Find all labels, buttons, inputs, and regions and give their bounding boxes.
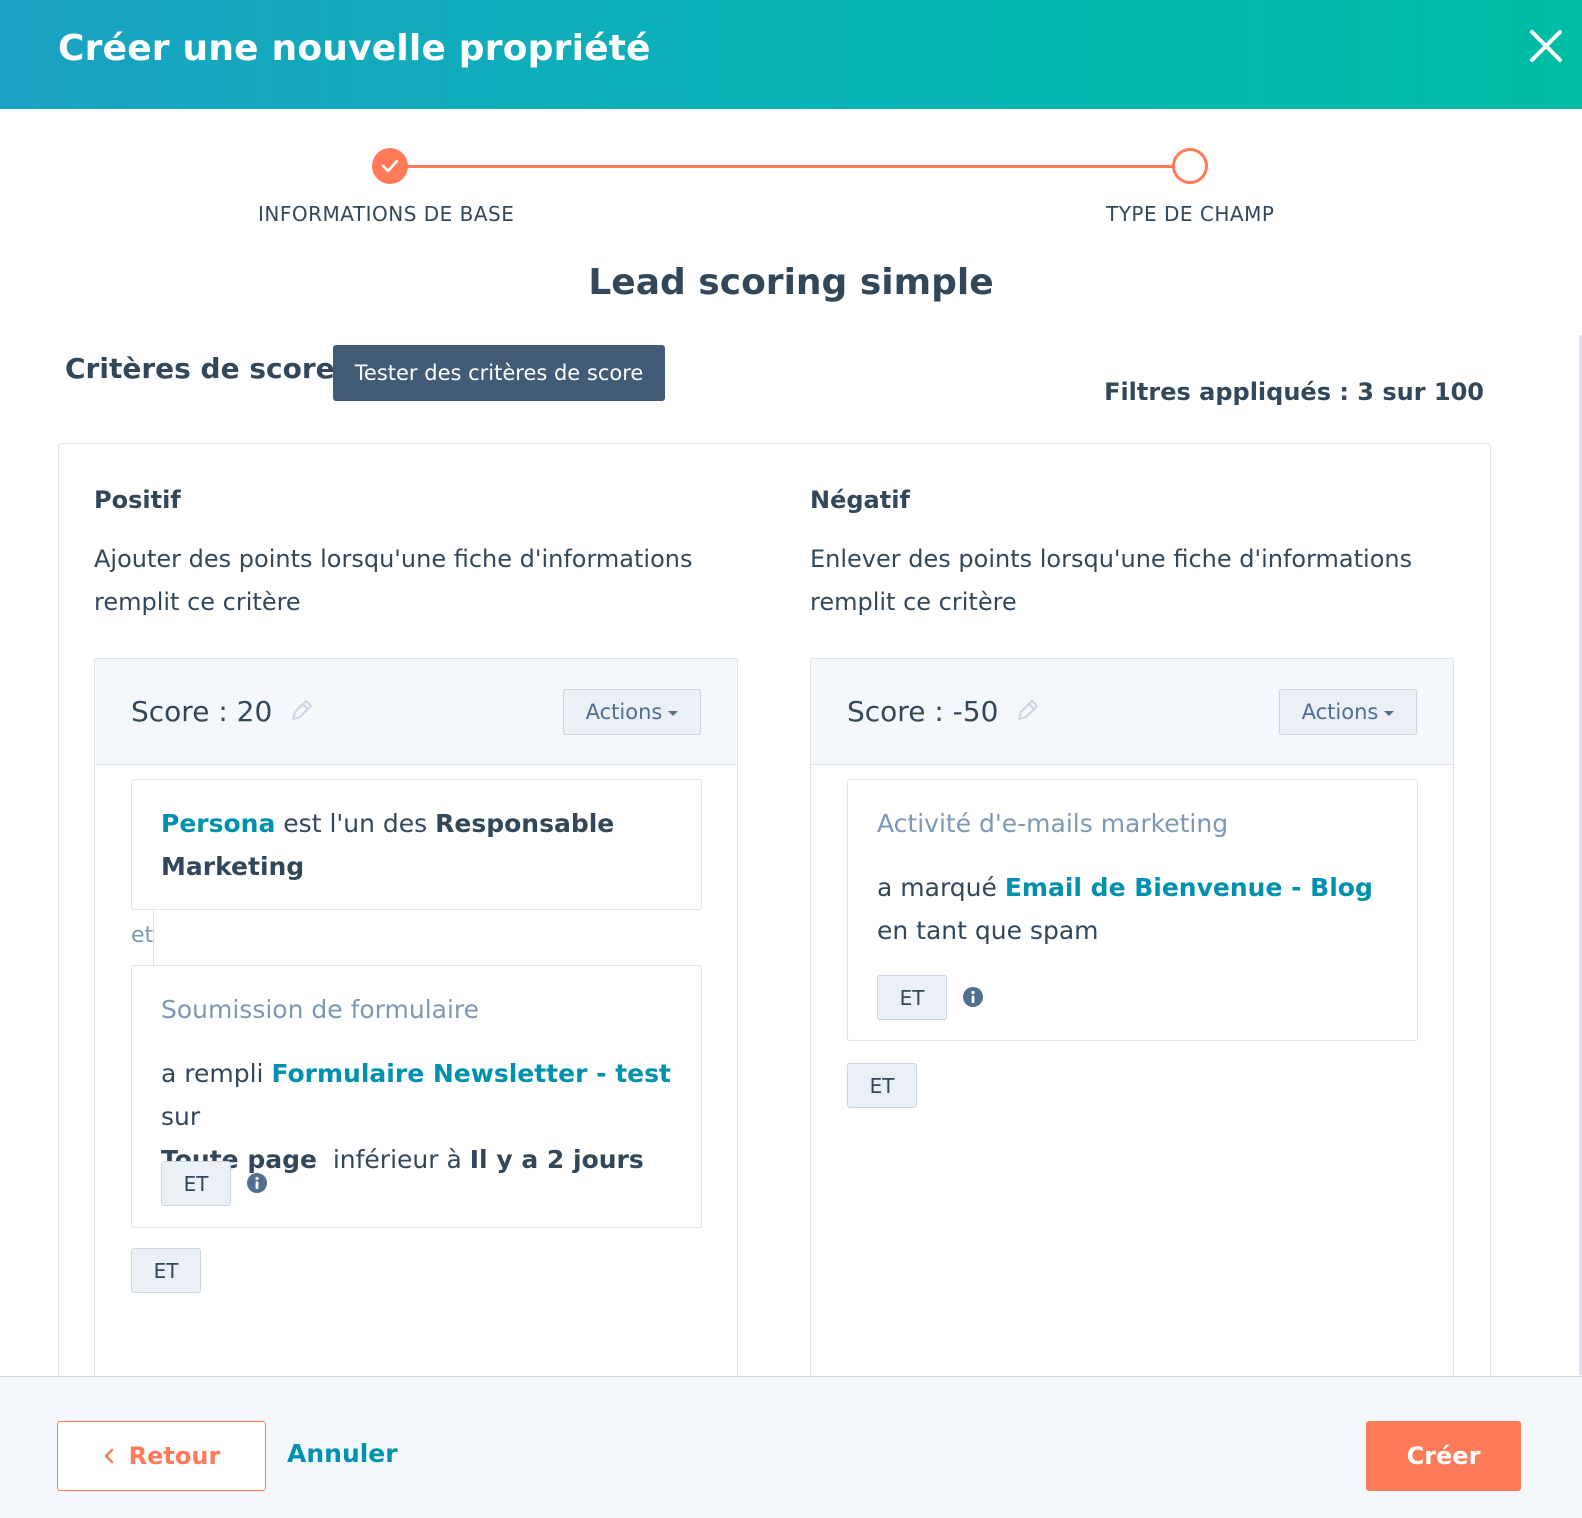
create-button[interactable]: Créer: [1366, 1421, 1521, 1491]
negative-score-panel: Score : -50 Actions Activité d'e-mails m…: [810, 658, 1454, 1418]
negative-criterion-email[interactable]: Activité d'e-mails marketing a marqué Em…: [847, 779, 1418, 1041]
negative-score-label: Score : -50: [847, 695, 999, 728]
positive-score-panel: Score : 20 Actions Persona est l'un des …: [94, 658, 738, 1418]
back-label: Retour: [128, 1441, 221, 1470]
criterion-and-button[interactable]: ET: [877, 975, 947, 1020]
negative-and-button[interactable]: ET: [847, 1063, 917, 1108]
test-criteria-button[interactable]: Tester des critères de score: [333, 345, 665, 401]
negative-score-header: Score : -50 Actions: [811, 659, 1453, 765]
positive-actions-button[interactable]: Actions: [563, 689, 701, 735]
filters-applied: Filtres appliqués : 3 sur 100: [1104, 378, 1484, 406]
criterion-operator: est l'un des: [275, 809, 436, 838]
actions-label: Actions: [585, 700, 663, 724]
criterion-suffix: en tant que spam: [877, 916, 1099, 945]
modal-header: Créer une nouvelle propriété: [0, 0, 1582, 109]
positive-description: Ajouter des points lorsqu'une fiche d'in…: [94, 545, 693, 616]
criterion-date-operator: inférieur à: [316, 1145, 470, 1174]
criterion-email-link[interactable]: Email de Bienvenue - Blog: [1005, 873, 1373, 902]
modal-title: Créer une nouvelle propriété: [58, 28, 651, 69]
positive-score[interactable]: Score : 20: [131, 695, 315, 730]
caret-down-icon: [668, 710, 679, 716]
criterion-date: Il y a 2 jours: [469, 1145, 644, 1174]
criterion-type: Activité d'e-mails marketing: [877, 809, 1229, 838]
positive-criterion-form[interactable]: Soumission de formulaire a rempli Formul…: [131, 965, 702, 1228]
step-label-basic-info: INFORMATIONS DE BASE: [258, 202, 515, 226]
pencil-icon[interactable]: [1015, 697, 1041, 730]
criterion-prefix: a marqué: [877, 873, 1005, 902]
info-icon[interactable]: [246, 1172, 268, 1194]
positive-title: Positif: [94, 486, 181, 514]
caret-down-icon: [1384, 710, 1395, 716]
chevron-left-icon: [103, 1443, 115, 1471]
info-icon[interactable]: [962, 986, 984, 1008]
positive-score-header: Score : 20 Actions: [95, 659, 737, 765]
negative-description: Enlever des points lorsqu'une fiche d'in…: [810, 545, 1413, 616]
criterion-and-button[interactable]: ET: [161, 1161, 231, 1206]
cancel-link[interactable]: Annuler: [287, 1439, 398, 1468]
and-connector: et: [131, 923, 154, 948]
criterion-form-link[interactable]: Formulaire Newsletter - test: [271, 1059, 671, 1088]
positive-and-button[interactable]: ET: [131, 1248, 201, 1293]
criterion-property[interactable]: Persona: [161, 809, 275, 838]
criterion-type: Soumission de formulaire: [161, 995, 480, 1024]
positive-score-label: Score : 20: [131, 695, 273, 728]
negative-actions-button[interactable]: Actions: [1279, 689, 1417, 735]
step-current-dot: [1172, 148, 1208, 184]
step-complete-check-icon: [372, 148, 408, 184]
pencil-icon[interactable]: [289, 697, 315, 730]
actions-label: Actions: [1301, 700, 1379, 724]
close-icon[interactable]: [1524, 24, 1568, 68]
negative-score[interactable]: Score : -50: [847, 695, 1041, 730]
criteria-title: Critères de score: [65, 352, 335, 385]
criterion-prefix: a rempli: [161, 1059, 272, 1088]
stepper-line: [390, 165, 1190, 168]
negative-title: Négatif: [810, 486, 910, 514]
back-button[interactable]: Retour: [57, 1421, 266, 1491]
modal-footer: Retour Annuler Créer: [0, 1376, 1582, 1518]
positive-criterion-persona[interactable]: Persona est l'un des Responsable Marketi…: [131, 779, 702, 910]
page-title: Lead scoring simple: [588, 262, 994, 303]
step-label-field-type: TYPE DE CHAMP: [1106, 202, 1275, 226]
criterion-mid: sur: [161, 1102, 201, 1131]
